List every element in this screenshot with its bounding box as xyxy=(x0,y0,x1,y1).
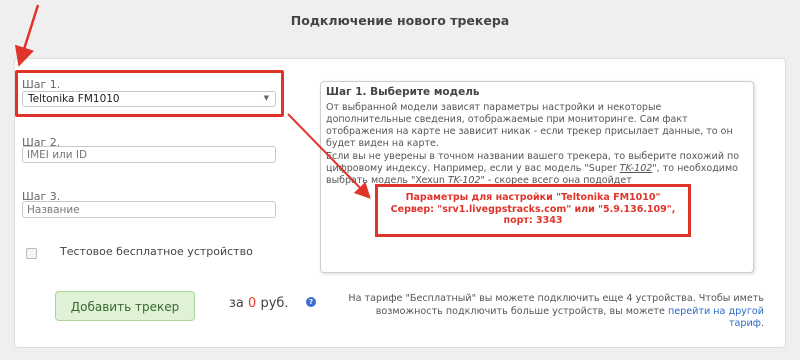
tariff-end: . xyxy=(760,318,764,329)
params-line-1: Параметры для настройки "Teltonika FM101… xyxy=(405,192,661,203)
name-input[interactable] xyxy=(22,201,276,218)
info-paragraph-2: Если вы не уверены в точном названии ваш… xyxy=(326,151,746,187)
params-line-3: порт: 3343 xyxy=(503,215,563,226)
price-amount: 0 xyxy=(248,296,257,311)
price-text: за 0 руб. xyxy=(229,296,289,311)
params-line-2: Сервер: "srv1.livegpstracks.com" или "5.… xyxy=(390,203,676,215)
test-device-label: Тестовое бесплатное устройство xyxy=(60,245,253,258)
page-title: Подключение нового трекера xyxy=(290,13,510,28)
info-title: Шаг 1. Выберите модель xyxy=(326,86,480,98)
tracker-params-box: Параметры для настройки "Teltonika FM101… xyxy=(375,184,691,237)
tariff-note: На тарифе "Бесплатный" вы можете подключ… xyxy=(344,293,764,331)
model-info-box: Шаг 1. Выберите модель От выбранной моде… xyxy=(320,81,754,273)
price-suffix: руб. xyxy=(260,296,289,311)
info-paragraph-1: От выбранной модели зависят параметры на… xyxy=(326,102,733,149)
model-code-1: TK-102 xyxy=(619,163,653,174)
question-circle-icon[interactable]: ? xyxy=(306,297,316,307)
test-device-checkbox[interactable] xyxy=(26,248,37,259)
add-tracker-button[interactable]: Добавить трекер xyxy=(55,291,195,321)
change-tariff-link[interactable]: перейти на другой тариф xyxy=(668,306,764,330)
imei-input[interactable] xyxy=(22,146,276,163)
price-prefix: за xyxy=(229,296,244,311)
highlight-frame-select xyxy=(15,70,284,117)
